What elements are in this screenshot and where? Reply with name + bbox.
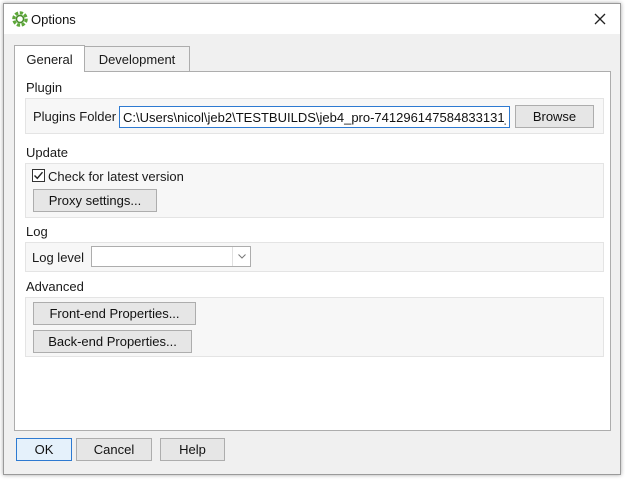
- log-level-label: Log level: [32, 250, 85, 265]
- tab-development[interactable]: Development: [84, 46, 190, 71]
- cancel-button[interactable]: Cancel: [76, 438, 152, 461]
- log-group: Log level: [25, 242, 604, 272]
- update-group: Check for latest version Proxy settings.…: [25, 163, 604, 218]
- close-icon: [594, 13, 606, 25]
- backend-properties-button[interactable]: Back-end Properties...: [33, 330, 192, 353]
- advanced-group-label: Advanced: [26, 279, 84, 294]
- checkmark-icon: [34, 171, 44, 180]
- chevron-down-icon: [232, 247, 250, 266]
- update-group-label: Update: [26, 145, 68, 160]
- app-gear-icon: [10, 9, 30, 29]
- general-panel: Plugin Plugins Folder Browse Update Chec…: [14, 71, 611, 431]
- close-button[interactable]: [586, 6, 614, 32]
- check-latest-version-checkbox[interactable]: [32, 169, 45, 182]
- title-bar: Options: [4, 4, 620, 34]
- help-button[interactable]: Help: [160, 438, 225, 461]
- window-title: Options: [31, 12, 76, 27]
- advanced-group: Front-end Properties... Back-end Propert…: [25, 297, 604, 357]
- ok-button[interactable]: OK: [16, 438, 72, 461]
- frontend-properties-button[interactable]: Front-end Properties...: [33, 302, 196, 325]
- browse-button[interactable]: Browse: [515, 105, 594, 128]
- options-dialog: Options General Development Plugin Plugi…: [3, 3, 621, 475]
- log-group-label: Log: [26, 224, 48, 239]
- plugin-group-label: Plugin: [26, 80, 63, 95]
- proxy-settings-button[interactable]: Proxy settings...: [33, 189, 157, 212]
- log-level-select[interactable]: [91, 246, 251, 267]
- check-latest-version-label[interactable]: Check for latest version: [48, 169, 184, 184]
- plugins-folder-label: Plugins Folder: [33, 109, 117, 124]
- plugin-group: Plugins Folder Browse: [25, 98, 604, 134]
- plugins-folder-input[interactable]: [119, 106, 510, 128]
- tab-general[interactable]: General: [14, 45, 85, 72]
